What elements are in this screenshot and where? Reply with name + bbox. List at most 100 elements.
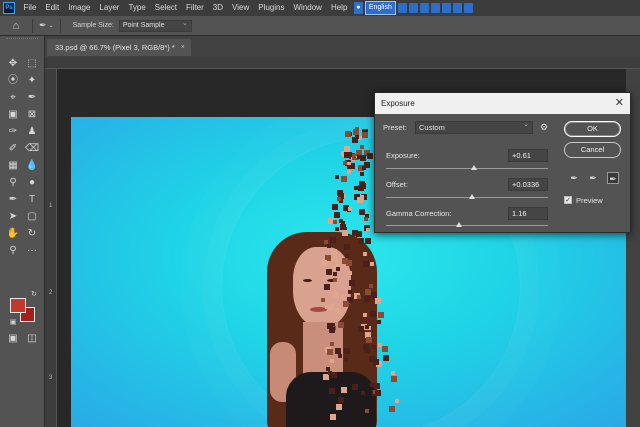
gray-point-eyedropper-icon[interactable]: ✒ [587,172,599,184]
menu-edit[interactable]: Edit [41,0,64,16]
menu-filter[interactable]: Filter [182,0,209,16]
ime-dictionary-icon[interactable] [430,3,440,13]
offset-slider-track[interactable] [386,197,548,198]
dispersion-pixel [354,127,359,131]
marquee-tool-icon[interactable]: ⬚ [25,57,39,70]
microphone-icon[interactable]: ● [353,2,363,14]
blur-icon[interactable]: 💧 [25,159,39,172]
close-icon[interactable]: × [181,39,185,56]
eraser-icon[interactable]: ⌫ [25,142,39,155]
offset-field[interactable]: +0.0336 [508,178,548,191]
magic-wand-icon[interactable]: ✦ [25,74,39,87]
ime-keyboard-icon[interactable] [419,3,429,13]
foreground-color-swatch[interactable] [10,298,26,313]
offset-slider-thumb[interactable] [469,194,475,199]
menu-plugins[interactable]: Plugins [254,0,289,16]
brush-icon[interactable]: ✑ [6,125,20,138]
zoom-icon[interactable]: ⚲ [6,244,20,257]
ime-toolbar: ● English [353,1,475,15]
sample-size-select[interactable]: Point Sample [118,19,192,32]
path-select-icon[interactable]: ➤ [6,210,20,223]
menu-type[interactable]: Type [124,0,150,16]
default-colors-icon[interactable]: ▣ [6,316,20,329]
dispersion-pixel [391,371,396,376]
quick-mask-icon[interactable]: ▣ [6,332,20,345]
white-point-eyedropper-icon[interactable]: ✒ [607,172,619,184]
ime-lookup-icon[interactable] [441,3,451,13]
panel-grip[interactable] [6,38,38,44]
dispersion-pixel [363,260,370,267]
dodge-icon[interactable]: ⚲ [6,176,20,189]
gamma-field[interactable]: 1.16 [508,207,548,220]
dispersion-pixel [366,227,371,232]
subject-eye [303,279,312,282]
ime-settings-icon[interactable] [463,3,473,13]
menu-layer[interactable]: Layer [95,0,124,16]
exposure-field[interactable]: +0.61 [508,149,548,162]
ok-button[interactable]: OK [564,121,621,137]
lasso-tool-icon[interactable]: ⦿ [6,74,20,87]
hand-icon[interactable]: ✋ [6,227,20,240]
ime-language-button[interactable]: English [364,1,396,15]
dispersion-pixel [364,296,371,302]
cancel-button[interactable]: Cancel [564,142,621,158]
screen-mode-icon[interactable]: ◫ [25,332,39,345]
frame-tool-icon[interactable]: ⊠ [25,108,39,121]
preview-checkbox[interactable]: ✓ [564,196,572,204]
pen-icon[interactable]: ✒ [6,193,20,206]
dispersion-pixel [382,355,389,362]
document-tab[interactable]: 33.psd @ 66.7% (Pixel 3, RGB/8*) * × [47,39,191,56]
dispersion-pixel [338,353,343,358]
sponge-icon[interactable]: ● [25,176,39,189]
dispersion-pixel [337,189,344,196]
dispersion-pixel [343,300,350,307]
menu-help[interactable]: Help [326,0,351,16]
close-icon[interactable]: ✕ [615,93,624,114]
menu-window[interactable]: Window [289,0,326,16]
preset-select[interactable]: Custom [415,119,533,134]
exposure-slider-track[interactable] [386,168,548,169]
menu-view[interactable]: View [228,0,254,16]
gamma-slider-thumb[interactable] [456,222,462,227]
ruler-mark: 3 [49,375,53,381]
menu-select[interactable]: Select [150,0,181,16]
crop-tool-icon[interactable]: ⌖ [6,91,20,104]
history-brush-icon[interactable]: ✐ [6,142,20,155]
dispersion-pixel [346,169,351,174]
rotate-view-icon[interactable]: ↻ [25,227,39,240]
menu-3d[interactable]: 3D [208,0,227,16]
swap-colors-icon[interactable]: ↻ [27,288,41,301]
rectangle-icon[interactable]: ▢ [25,210,39,223]
dispersion-pixel [334,347,341,354]
ime-ime-icon[interactable] [408,3,418,13]
spot-healing-icon[interactable]: ▣ [6,108,20,121]
exposure-slider-thumb[interactable] [471,165,477,170]
dialog-title-bar[interactable]: Exposure ✕ [375,93,630,114]
clone-stamp-icon[interactable]: ♟ [25,125,39,138]
menu-file[interactable]: File [19,0,41,16]
black-point-eyedropper-icon[interactable]: ✒ [568,172,580,184]
sample-size-label: Sample Size: [72,22,114,29]
document-tab-bar: 33.psd @ 66.7% (Pixel 3, RGB/8*) * × [45,36,640,57]
ime-tools-icon[interactable] [452,3,462,13]
dispersion-pixel [325,269,332,276]
tool-preset-picker[interactable]: ✒ ⌄ [39,20,54,31]
edit-toolbar-icon[interactable]: ··· [25,244,39,257]
move-tool-icon[interactable]: ✥ [6,57,20,70]
dispersion-pixel [323,283,330,290]
dispersion-pixel [331,248,338,255]
ime-play-icon[interactable] [397,3,407,13]
dispersion-pixel [360,390,365,395]
dispersion-pixel [363,217,368,222]
type-tool-icon[interactable]: T [25,193,39,206]
gear-icon[interactable]: ⚙ [540,122,548,133]
dispersion-pixel [390,375,397,382]
dispersion-pixel [341,175,348,182]
menu-image[interactable]: Image [64,0,95,16]
gamma-slider-track[interactable] [386,225,548,226]
dispersion-pixel [369,262,374,267]
home-icon[interactable]: ⌂ [6,18,26,34]
dispersion-pixel [334,211,341,218]
eyedropper-icon[interactable]: ✒ [25,91,39,104]
gradient-icon[interactable]: ▦ [6,159,20,172]
